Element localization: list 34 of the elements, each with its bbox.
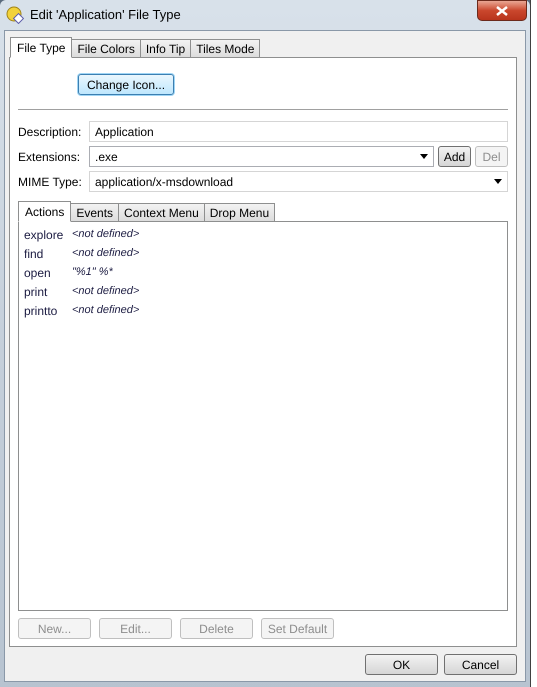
tab[interactable]: Context Menu — [118, 203, 205, 221]
tab[interactable]: Actions — [18, 201, 72, 222]
change-icon-button[interactable]: Change Icon... — [78, 74, 174, 95]
action-name[interactable]: printto — [24, 302, 72, 320]
action-name[interactable]: open — [24, 264, 72, 282]
add-button[interactable]: Add — [438, 146, 471, 167]
action-command: <not defined> — [72, 227, 140, 242]
action-command: <not defined> — [72, 246, 140, 262]
mime-type-dropdown[interactable]: application/x-msdownload — [89, 171, 508, 192]
tab[interactable]: Events — [70, 203, 120, 221]
tab[interactable]: Drop Menu — [204, 203, 276, 221]
action-command: "%1" %* — [72, 265, 113, 280]
dropdown-arrow-icon — [494, 179, 502, 184]
tab[interactable]: Tiles Mode — [190, 39, 260, 57]
tab[interactable]: File Type — [10, 37, 72, 58]
action-name[interactable]: find — [24, 244, 72, 262]
action-command: <not defined> — [72, 303, 140, 318]
dialog-button[interactable]: Cancel — [444, 654, 517, 675]
dialog-button[interactable]: OK — [365, 654, 438, 675]
field-label: Extensions: — [18, 148, 82, 166]
tab[interactable]: Info Tip — [140, 39, 192, 57]
dropdown-arrow-icon — [420, 154, 428, 159]
extensions-dropdown[interactable]: .exe — [89, 146, 434, 167]
description-field[interactable]: Application — [89, 121, 508, 142]
window-title: Edit 'Application' File Type — [30, 6, 181, 24]
close-icon — [496, 6, 508, 16]
field-label: Description: — [18, 124, 82, 140]
action-name[interactable]: print — [24, 282, 72, 300]
field-label: MIME Type: — [18, 174, 83, 190]
tab[interactable]: File Colors — [71, 39, 141, 57]
action-command: <not defined> — [72, 284, 140, 300]
app-icon — [6, 6, 24, 24]
close-button[interactable] — [477, 0, 527, 21]
action-name[interactable]: explore — [24, 226, 72, 244]
